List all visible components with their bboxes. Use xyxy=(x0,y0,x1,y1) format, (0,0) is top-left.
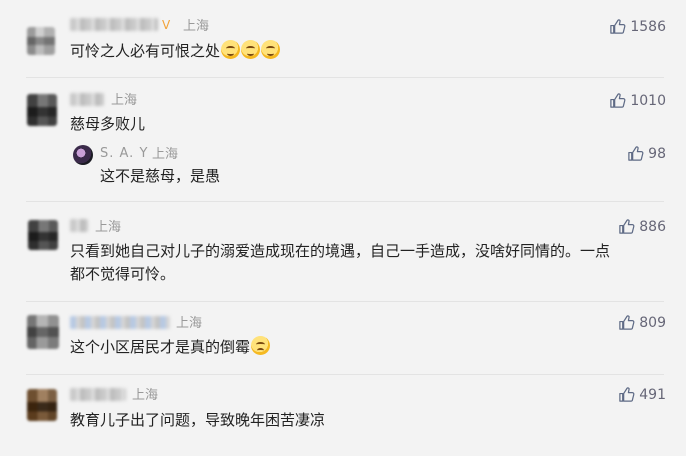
like-count: 98 xyxy=(648,145,666,162)
divider xyxy=(26,201,664,202)
smile-emoji-icon xyxy=(241,40,261,59)
smile-emoji-icon xyxy=(261,40,281,59)
like-button[interactable]: 809 xyxy=(618,314,666,331)
username-blurred[interactable] xyxy=(70,93,104,106)
username-blurred[interactable] xyxy=(70,219,88,232)
thumbs-up-icon xyxy=(619,219,635,234)
like-button[interactable]: 1586 xyxy=(609,18,666,35)
like-count: 491 xyxy=(639,386,666,403)
smile-emoji-icon xyxy=(221,40,241,59)
avatar[interactable] xyxy=(27,27,55,55)
avatar[interactable] xyxy=(27,315,59,349)
like-button[interactable]: 98 xyxy=(627,145,666,162)
vip-badge-icon: V xyxy=(162,18,171,32)
sad-emoji-icon xyxy=(251,336,271,355)
like-count: 1586 xyxy=(630,18,666,35)
divider xyxy=(26,77,664,78)
reply-text: 这不是慈母，是愚 xyxy=(100,167,221,185)
location-label: 上海 xyxy=(183,19,210,34)
avatar[interactable] xyxy=(28,220,58,250)
comment-text: 可怜之人必有可恨之处 xyxy=(70,38,281,65)
like-count: 886 xyxy=(639,218,666,235)
like-button[interactable]: 491 xyxy=(618,386,666,403)
divider xyxy=(26,301,664,302)
username-blurred[interactable] xyxy=(70,316,170,329)
username-blurred[interactable] xyxy=(70,388,126,401)
location-label: 上海 xyxy=(132,388,159,403)
comment-text: 教育儿子出了问题，导致晚年困苦凄凉 xyxy=(70,411,326,429)
reply-avatar[interactable] xyxy=(73,145,93,165)
location-label: 上海 xyxy=(176,316,203,331)
thumbs-up-icon xyxy=(610,93,626,108)
thumbs-up-icon xyxy=(619,387,635,402)
avatar[interactable] xyxy=(27,389,57,421)
like-button[interactable]: 886 xyxy=(618,218,666,235)
thumbs-up-icon xyxy=(619,315,635,330)
thumbs-up-icon xyxy=(628,146,644,161)
comment-text: 慈母多败儿 xyxy=(70,115,146,133)
avatar[interactable] xyxy=(27,94,57,126)
like-button[interactable]: 1010 xyxy=(609,92,666,109)
divider xyxy=(26,374,664,375)
like-count: 809 xyxy=(639,314,666,331)
comment-text-line-2: 都不觉得可怜。 xyxy=(70,265,176,283)
username-blurred[interactable] xyxy=(70,18,158,31)
comment-text: 这个小区居民才是真的倒霉 xyxy=(70,334,271,361)
location-label: 上海 xyxy=(111,93,138,108)
location-label: 上海 xyxy=(95,220,122,235)
location-label: 上海 xyxy=(152,147,179,162)
reply-username[interactable]: S. A. Y xyxy=(100,146,148,161)
like-count: 1010 xyxy=(630,92,666,109)
thumbs-up-icon xyxy=(610,19,626,34)
